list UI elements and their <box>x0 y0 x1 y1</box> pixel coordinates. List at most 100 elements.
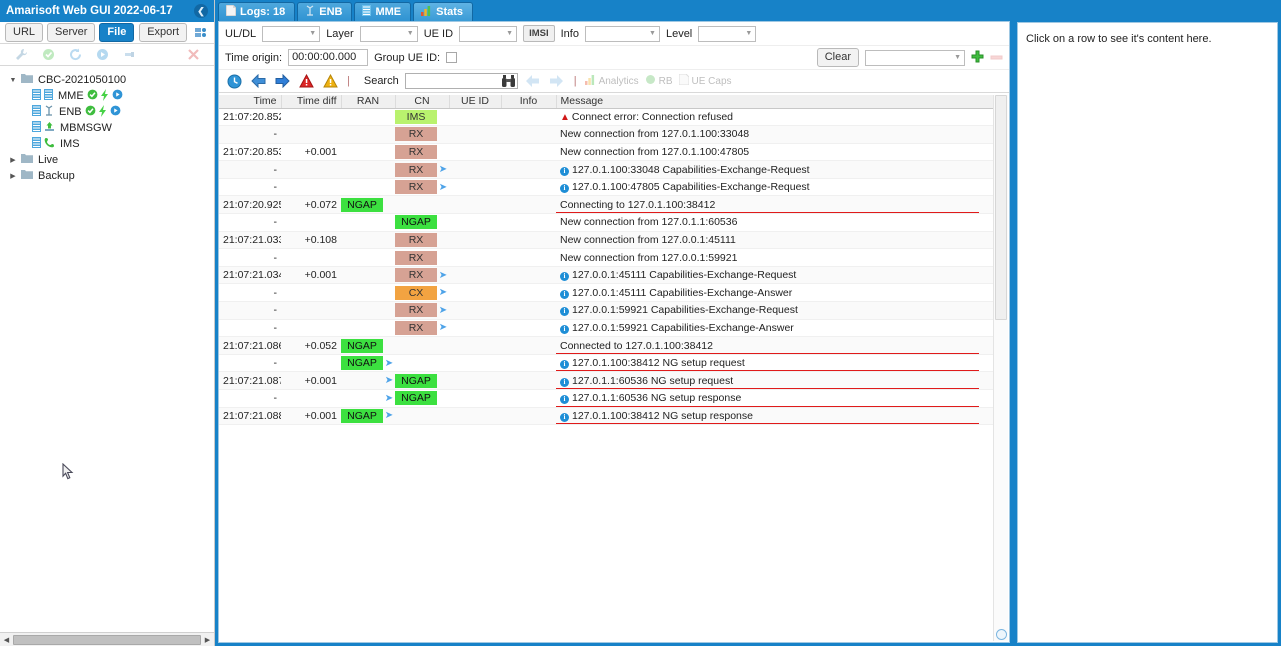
tree-node-enb[interactable]: ENB <box>6 104 214 120</box>
column-header-info[interactable]: Info <box>501 95 557 109</box>
source-button-server[interactable]: Server <box>47 23 96 42</box>
search-prev-icon[interactable] <box>524 73 542 90</box>
tab-mme[interactable]: MME <box>354 2 412 21</box>
cell-ran <box>341 301 395 320</box>
cell-ue-id <box>449 389 501 408</box>
group-ue-id-checkbox[interactable] <box>446 52 458 63</box>
plug-icon[interactable] <box>120 46 138 63</box>
tree-node-cbc[interactable]: ▼ CBC-2021050100 <box>6 72 214 88</box>
table-row[interactable]: - NGAP New connection from 127.0.1.1:60536 <box>219 213 1001 232</box>
wrench-icon[interactable] <box>12 46 30 63</box>
play-circle-icon[interactable] <box>93 46 111 63</box>
table-row[interactable]: - RX ➤ i 127.0.0.1:59921 Capabilities-Exchan… <box>219 319 1001 338</box>
column-header-ran[interactable]: RAN <box>341 95 396 109</box>
analytics-button[interactable]: Analytics <box>584 74 639 88</box>
column-header-time[interactable]: Time <box>219 95 282 109</box>
twisty-collapsed-icon[interactable]: ▶ <box>8 156 18 164</box>
minus-icon[interactable] <box>990 52 1003 64</box>
chevron-left-icon[interactable]: ❮ <box>194 4 208 18</box>
table-row[interactable]: - RX New connection from 127.0.1.100:33048 <box>219 125 1001 144</box>
cell-ran: NGAP ➤ <box>341 407 395 426</box>
warning-triangle-icon[interactable] <box>321 73 339 90</box>
tree-node-live[interactable]: ▶ Live <box>6 152 214 168</box>
tab-stats[interactable]: Stats <box>413 2 474 21</box>
tree-node-mbmsgw[interactable]: MBMSGW <box>6 120 214 136</box>
table-row[interactable]: 21:07:21.033 +0.108 RX New connection from … <box>219 231 1001 250</box>
export-button[interactable]: Export <box>139 23 187 42</box>
search-next-icon[interactable] <box>548 73 566 90</box>
error-triangle-icon[interactable] <box>297 73 315 90</box>
imsi-button[interactable]: IMSI <box>523 25 555 42</box>
check-circle-icon[interactable] <box>85 105 96 119</box>
level-select[interactable]: ▼ <box>698 25 757 42</box>
ue-caps-button[interactable]: UE Caps <box>678 73 732 88</box>
cell-cn: RX ➤ <box>395 178 449 197</box>
play-circle-icon[interactable] <box>110 105 121 119</box>
cell-info <box>501 195 556 215</box>
source-button-url[interactable]: URL <box>5 23 44 42</box>
table-row[interactable]: 21:07:21.086 +0.052 NGAP Connected to 127.0… <box>219 336 1001 355</box>
source-button-file[interactable]: File <box>99 23 135 42</box>
rb-button[interactable]: RB <box>645 74 673 88</box>
tab-logs[interactable]: Logs: 18 <box>218 2 296 21</box>
arrow-right-icon[interactable] <box>273 73 291 90</box>
cell-message: Connected to 127.0.1.100:38412 <box>556 336 1001 355</box>
binoculars-icon[interactable] <box>501 74 516 91</box>
direction-arrow-icon: ➤ <box>384 392 394 404</box>
info-icon: i <box>560 360 569 370</box>
check-circle-icon[interactable] <box>39 46 57 63</box>
play-circle-icon[interactable] <box>112 89 123 103</box>
table-row[interactable]: 21:07:20.852 IMS ▲ Connect error: Connectio… <box>219 108 1001 127</box>
cn-badge: RX <box>395 268 437 283</box>
plus-icon[interactable] <box>971 50 984 66</box>
tree-node-backup[interactable]: ▶ Backup <box>6 168 214 184</box>
twisty-expanded-icon[interactable]: ▼ <box>8 77 18 84</box>
tree-node-mme[interactable]: MME <box>6 88 214 104</box>
arrow-left-icon[interactable] <box>249 73 267 90</box>
tree-node-ims[interactable]: IMS <box>6 136 214 152</box>
ul-dl-select[interactable]: ▼ <box>262 25 321 42</box>
preset-select[interactable]: ▼ <box>865 49 965 66</box>
ue-id-select[interactable]: ▼ <box>459 25 518 42</box>
table-row[interactable]: 21:07:21.088 +0.001 NGAP ➤ i 127.0.1.100:3841… <box>219 407 1001 426</box>
table-row[interactable]: 21:07:21.034 +0.001 RX ➤ i 127.0.0.1:45111 Ca… <box>219 266 1001 285</box>
logs-vertical-scrollbar[interactable] <box>993 95 1008 641</box>
cn-badge: RX <box>395 127 437 142</box>
table-row[interactable]: - RX ➤ i 127.0.1.100:47805 Capabilities-Exch… <box>219 178 1001 197</box>
column-header-ue-id[interactable]: UE ID <box>449 95 502 109</box>
scroll-right-arrow-icon[interactable]: ▶ <box>201 636 214 644</box>
layer-select[interactable]: ▼ <box>359 25 418 42</box>
search-input[interactable] <box>404 73 518 91</box>
clock-icon[interactable] <box>225 73 243 90</box>
twisty-collapsed-icon[interactable]: ▶ <box>8 172 18 180</box>
column-header-message[interactable]: Message <box>556 95 1001 109</box>
table-row[interactable]: - CX ➤ i 127.0.0.1:45111 Capabilities-Exchan… <box>219 283 1001 303</box>
scroll-left-arrow-icon[interactable]: ◀ <box>0 636 13 644</box>
table-row[interactable]: - ➤ NGAP i 127.0.1.1:60536 NG setup response <box>219 389 1001 408</box>
tab-enb[interactable]: ENB <box>297 2 353 21</box>
table-row[interactable]: 21:07:20.925 +0.072 NGAP Connecting to 127.… <box>219 195 1001 215</box>
sidebar-horizontal-scrollbar[interactable]: ◀ ▶ <box>0 632 214 646</box>
scrollbar-thumb[interactable] <box>13 634 201 645</box>
resize-grip-icon[interactable] <box>996 629 1007 640</box>
delete-x-icon[interactable] <box>184 46 202 63</box>
detail-content[interactable]: Click on a row to see it's content here. <box>1017 22 1278 643</box>
export-config-icon[interactable] <box>191 24 209 41</box>
table-row[interactable]: 21:07:20.853 +0.001 RX New connection from … <box>219 143 1001 162</box>
column-header-cn[interactable]: CN <box>395 95 450 109</box>
check-circle-icon[interactable] <box>87 89 98 103</box>
clear-button[interactable]: Clear <box>816 48 859 67</box>
table-row[interactable]: - RX New connection from 127.0.0.1:59921 <box>219 248 1001 267</box>
table-row[interactable]: - RX ➤ i 127.0.0.1:59921 Capabilities-Exchan… <box>219 301 1001 320</box>
lightning-icon[interactable] <box>98 104 107 120</box>
table-row[interactable]: - NGAP ➤ i 127.0.1.100:38412 NG setup reques… <box>219 354 1001 373</box>
info-icon: i <box>560 184 569 194</box>
lightning-icon[interactable] <box>100 88 109 104</box>
info-select[interactable]: ▼ <box>584 25 660 42</box>
scrollbar-thumb[interactable] <box>995 95 1007 320</box>
table-row[interactable]: 21:07:21.087 +0.001 ➤ NGAP i 127.0.1.1:60536 … <box>219 371 1001 390</box>
time-origin-input[interactable]: 00:00:00.000 <box>288 49 369 66</box>
table-row[interactable]: - RX ➤ i 127.0.1.100:33048 Capabilities-Exch… <box>219 160 1001 179</box>
column-header-time-diff[interactable]: Time diff <box>281 95 342 109</box>
refresh-icon[interactable] <box>66 46 84 63</box>
